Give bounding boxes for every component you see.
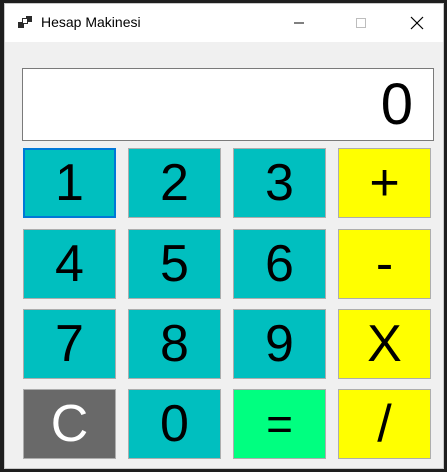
app-icon [18, 16, 32, 28]
digit-2-label: 2 [160, 154, 189, 212]
minus-button[interactable]: - [338, 229, 431, 299]
minimize-icon [294, 22, 304, 24]
divide-button[interactable]: / [338, 389, 431, 459]
calculator-window: Hesap Makinesi 0 1 2 3 + 4 5 6 - 7 8 9 X [4, 3, 444, 469]
digit-4-label: 4 [55, 235, 84, 293]
digit-9-button[interactable]: 9 [233, 309, 326, 379]
clear-button[interactable]: C [23, 389, 116, 459]
digit-6-label: 6 [265, 235, 294, 293]
multiply-label: X [367, 315, 402, 373]
multiply-button[interactable]: X [338, 309, 431, 379]
close-icon [410, 16, 424, 30]
digit-8-button[interactable]: 8 [128, 309, 221, 379]
divide-label: / [377, 395, 392, 453]
window-title: Hesap Makinesi [41, 14, 141, 30]
equals-label: = [266, 398, 293, 450]
digit-8-label: 8 [160, 315, 189, 373]
digit-3-label: 3 [265, 154, 294, 212]
maximize-icon [356, 18, 366, 28]
digit-2-button[interactable]: 2 [128, 148, 221, 218]
digit-4-button[interactable]: 4 [23, 229, 116, 299]
display-value: 0 [380, 72, 413, 137]
digit-5-label: 5 [160, 235, 189, 293]
digit-0-button[interactable]: 0 [128, 389, 221, 459]
minus-label: - [375, 235, 394, 293]
close-button[interactable] [394, 4, 440, 42]
digit-0-label: 0 [160, 395, 189, 453]
digit-1-button[interactable]: 1 [23, 148, 116, 218]
plus-button[interactable]: + [338, 148, 431, 218]
digit-5-button[interactable]: 5 [128, 229, 221, 299]
digit-7-button[interactable]: 7 [23, 309, 116, 379]
digit-3-button[interactable]: 3 [233, 148, 326, 218]
maximize-button[interactable] [338, 4, 384, 42]
title-bar[interactable]: Hesap Makinesi [5, 4, 443, 42]
digit-6-button[interactable]: 6 [233, 229, 326, 299]
result-display[interactable]: 0 [22, 68, 434, 141]
digit-7-label: 7 [55, 315, 84, 373]
equals-button[interactable]: = [233, 389, 326, 459]
plus-label: + [369, 154, 400, 212]
digit-1-label: 1 [55, 154, 84, 212]
digit-9-label: 9 [265, 315, 294, 373]
minimize-button[interactable] [276, 4, 322, 42]
clear-label: C [50, 395, 89, 453]
